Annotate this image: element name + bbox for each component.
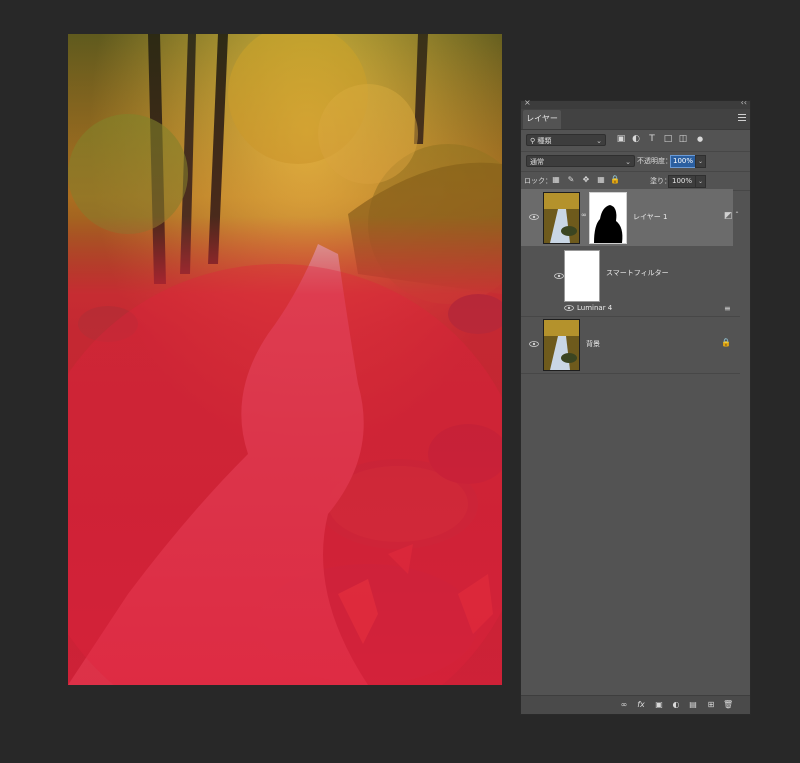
lock-icon: 🔒 (721, 338, 731, 347)
layer-thumbnail (543, 192, 580, 244)
expand-chevron-icon[interactable]: ˆ (735, 211, 739, 220)
new-layer-icon[interactable]: ⊞ (706, 700, 716, 710)
chevron-down-icon: ⌄ (596, 137, 602, 145)
document-canvas[interactable] (68, 34, 502, 685)
filter-pixel-icon[interactable]: ▣ (616, 134, 626, 144)
layers-panel: × ‹‹ レイヤー ⚲ 種類 ⌄ ▣ ◐ T □ ◫ ● 通常 ⌄ 不透明度： … (520, 98, 751, 715)
trash-icon[interactable]: 🗑 (723, 700, 733, 710)
smart-filter-label: スマートフィルター (606, 269, 669, 277)
filter-name[interactable]: Luminar 4 (577, 303, 612, 313)
layer-name[interactable]: レイヤー 1 (633, 212, 667, 222)
opacity-chevron-icon[interactable]: ⌄ (695, 155, 706, 168)
panel-menu-icon[interactable] (738, 114, 746, 123)
lock-image-icon[interactable]: ✎ (566, 175, 576, 185)
smart-filter-eye-icon[interactable] (554, 273, 564, 279)
filter-adjustment-icon[interactable]: ◐ (631, 134, 641, 144)
filter-toggle-icon[interactable]: ● (695, 134, 705, 144)
layer-thumbnail (543, 319, 580, 371)
collapse-panel-icon[interactable]: ‹‹ (741, 98, 747, 107)
lock-artboard-icon[interactable]: ▦ (596, 175, 606, 185)
blend-mode-select[interactable]: 通常 ⌄ (526, 155, 635, 167)
filter-shape-icon[interactable]: □ (663, 134, 673, 144)
lock-label: ロック： (524, 177, 552, 185)
close-panel-icon[interactable]: × (524, 98, 531, 107)
visibility-eye-icon[interactable] (529, 214, 539, 220)
layer-filter-row: ⚲ 種類 ⌄ ▣ ◐ T □ ◫ ● (521, 130, 750, 152)
search-icon: ⚲ (530, 137, 536, 145)
blend-row: 通常 ⌄ 不透明度： 100% ⌄ (521, 152, 750, 172)
smart-object-badge-icon: ◩ (724, 211, 733, 221)
waterfall-photo (68, 34, 502, 685)
add-mask-icon[interactable]: ▣ (654, 700, 664, 710)
blend-mode-label: 通常 (530, 158, 544, 166)
group-folder-icon[interactable]: ▤ (688, 700, 698, 710)
filter-kind-label: 種類 (537, 137, 552, 145)
lock-all-icon[interactable]: 🔒 (610, 175, 620, 185)
smart-filter-mask-thumbnail[interactable] (564, 250, 600, 302)
filter-options-icon[interactable]: ≡ (724, 304, 731, 313)
fill-chevron-icon[interactable]: ⌄ (695, 175, 706, 188)
layer-mask-thumbnail[interactable] (589, 192, 627, 244)
panel-tab-row: レイヤー (521, 109, 750, 130)
filter-smartobject-icon[interactable]: ◫ (678, 134, 688, 144)
smart-filter-row[interactable]: スマートフィルター Luminar 4 ≡ (521, 246, 740, 317)
lock-transparency-icon[interactable]: ▦ (551, 175, 561, 185)
panel-titlebar: × ‹‹ (521, 98, 750, 109)
fill-input[interactable]: 100% (668, 175, 697, 188)
filter-eye-icon[interactable] (564, 305, 574, 311)
opacity-input[interactable]: 100% (670, 155, 697, 168)
layer-row-1[interactable]: ∞ レイヤー 1 ◩ (521, 189, 733, 247)
fx-icon[interactable]: fx (636, 700, 646, 710)
link-icon[interactable]: ∞ (619, 700, 629, 710)
filter-kind-select[interactable]: ⚲ 種類 ⌄ (526, 134, 606, 146)
layer-name[interactable]: 背景 (586, 339, 600, 349)
chevron-down-icon: ⌄ (625, 158, 631, 166)
visibility-eye-icon[interactable] (529, 341, 539, 347)
opacity-label: 不透明度： (637, 157, 672, 165)
filter-type-icon[interactable]: T (647, 134, 657, 144)
link-chain-icon[interactable]: ∞ (581, 211, 587, 219)
layers-bottom-toolbar: ∞ fx ▣ ◐ ▤ ⊞ 🗑 (521, 695, 750, 714)
lock-position-icon[interactable]: ✥ (581, 175, 591, 185)
adjustment-icon[interactable]: ◐ (671, 700, 681, 710)
layer-row-background[interactable]: 背景 🔒 (521, 316, 740, 374)
tab-layers[interactable]: レイヤー (523, 110, 561, 129)
